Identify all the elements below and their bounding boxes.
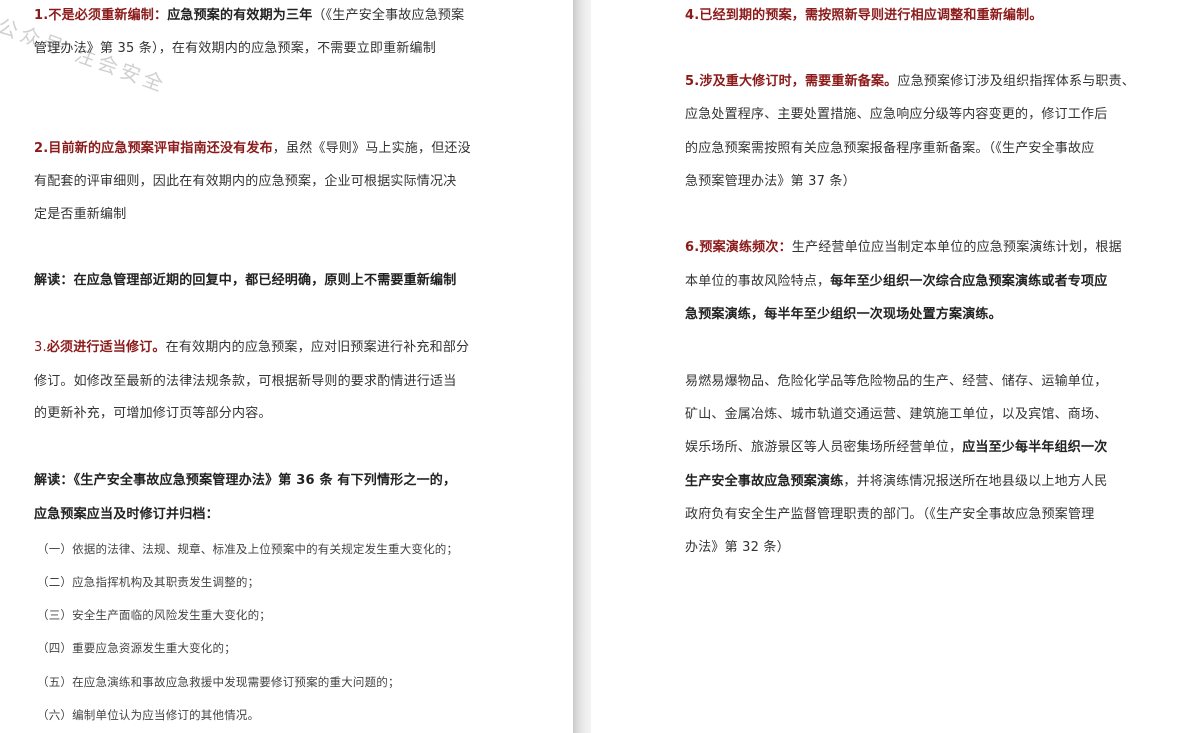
paragraph-3-line-1: 3.必须进行适当修订。在有效期内的应急预案，应对旧预案进行补充和部分 [34,340,469,356]
paragraph-6-text-2: 本单位的事故风险特点， [685,274,831,289]
paragraph-3-heading: 必须进行适当修订。 [46,340,166,355]
paragraph-5-line-3: 的应急预案需按照有关应急预案报备程序重新备案。（《生产安全事故应 [685,141,1095,156]
paragraph-7-line-5: 政府负有安全生产监督管理职责的部门。（《生产安全事故应急预案管理 [685,507,1095,522]
paragraph-7-line-3: 娱乐场所、旅游景区等人员密集场所经营单位，应当至少每半年组织一次 [685,440,1107,456]
paragraph-3-line-3: 的更新补充，可增加修订页等部分内容。 [34,406,272,421]
left-document-page: 公众号·注会安全 1.不是必须重新编制：应急预案的有效期为三年（《生产安全事故应… [0,0,573,733]
list-item: （四）重要应急资源发生重大变化的； [37,641,236,655]
paragraph-2-line-3: 定是否重新编制 [34,207,127,222]
paragraph-7-emphasis-2: 生产安全事故应急预案演练 [685,474,844,489]
paragraph-3-text: 在有效期内的应急预案，应对旧预案进行补充和部分 [165,340,470,355]
paragraph-4: 4.已经到期的预案，需按照新导则进行相应调整和重新编制。 [685,8,1043,23]
paragraph-1-number: 1. [34,8,49,23]
interpretation-2-line-1: 解读：《生产安全事故应急预案管理办法》第 36 条 有下列情形之一的， [34,473,457,488]
list-item: （三）安全生产面临的风险发生重大变化的； [37,608,271,622]
paragraph-6-line-2: 本单位的事故风险特点，每年至少组织一次综合应急预案演练或者专项应 [685,274,1107,290]
paragraph-7-line-1: 易燃易爆物品、危险化学品等危险物品的生产、经营、储存、运输单位， [685,374,1108,389]
paragraph-6-text: 生产经营单位应当制定本单位的应急预案演练计划，根据 [791,240,1122,255]
list-item: （六）编制单位认为应当修订的其他情况。 [37,708,260,722]
paragraph-7-line-4: 生产安全事故应急预案演练，并将演练情况报送所在地县级以上地方人民 [685,474,1107,490]
paragraph-3-number: 3. [34,340,47,355]
paragraph-7-text-4: ，并将演练情况报送所在地县级以上地方人民 [843,474,1108,489]
paragraph-3-line-2: 修订。如修改至最新的法律法规条款，可根据新导则的要求酌情进行适当 [34,374,457,389]
paragraph-1-emphasis: 应急预案的有效期为三年 [167,8,313,23]
right-document-page: 4.已经到期的预案，需按照新导则进行相应调整和重新编制。 5.涉及重大修订时，需… [591,0,1179,733]
list-item: （五）在应急演练和事故应急救援中发现需要修订预案的重大问题的； [37,675,400,689]
list-item: （二）应急指挥机构及其职责发生调整的； [37,575,260,589]
paragraph-5-heading: 5.涉及重大修订时，需要重新备案。 [685,74,898,89]
paragraph-2-text: ，虽然《导则》马上实施，但还没 [272,141,471,156]
paragraph-6-line-1: 6.预案演练频次：生产经营单位应当制定本单位的应急预案演练计划，根据 [685,240,1122,256]
paragraph-7-line-2: 矿山、金属冶炼、城市轨道交通运营、建筑施工单位，以及宾馆、商场、 [685,407,1108,422]
paragraph-5-text: 应急预案修订涉及组织指挥体系与职责、 [897,74,1135,89]
paragraph-7-text-3: 娱乐场所、旅游景区等人员密集场所经营单位， [685,440,963,455]
list-item: （一）依据的法律、法规、规章、标准及上位预案中的有关规定发生重大变化的； [37,542,459,556]
paragraph-2-line-2: 有配套的评审细则，因此在有效期内的应急预案，企业可根据实际情况决 [34,174,457,189]
paragraph-5-line-1: 5.涉及重大修订时，需要重新备案。应急预案修订涉及组织指挥体系与职责、 [685,74,1135,90]
paragraph-2-heading: 2.目前新的应急预案评审指南还没有发布 [34,141,273,156]
paragraph-7-line-6: 办法》第 32 条） [685,540,790,555]
paragraph-7-emphasis-1: 应当至少每半年组织一次 [962,440,1108,455]
interpretation-1: 解读：在应急管理部近期的回复中，都已经明确，原则上不需要重新编制 [34,273,457,288]
paragraph-1-line-2: 管理办法》第 35 条），在有效期内的应急预案，不需要立即重新编制 [34,41,436,56]
paragraph-1-text: （《生产安全事故应急预案 [312,8,465,23]
page-divider [573,0,591,733]
paragraph-2-line-1: 2.目前新的应急预案评审指南还没有发布，虽然《导则》马上实施，但还没 [34,141,471,157]
paragraph-1-heading: 不是必须重新编制： [48,8,168,23]
paragraph-5-line-2: 应急处置程序、主要处置措施、应急响应分级等内容变更的，修订工作后 [685,107,1108,122]
paragraph-6-heading: 6.预案演练频次： [685,240,792,255]
paragraph-6-emphasis: 每年至少组织一次综合应急预案演练或者专项应 [830,274,1108,289]
interpretation-2-line-2: 应急预案应当及时修订并归档： [34,507,219,522]
paragraph-6-line-3: 急预案演练，每半年至少组织一次现场处置方案演练。 [685,307,1002,322]
paragraph-5-line-4: 急预案管理办法》第 37 条） [685,174,856,189]
paragraph-1-line-1: 1.不是必须重新编制：应急预案的有效期为三年（《生产安全事故应急预案 [34,8,464,24]
